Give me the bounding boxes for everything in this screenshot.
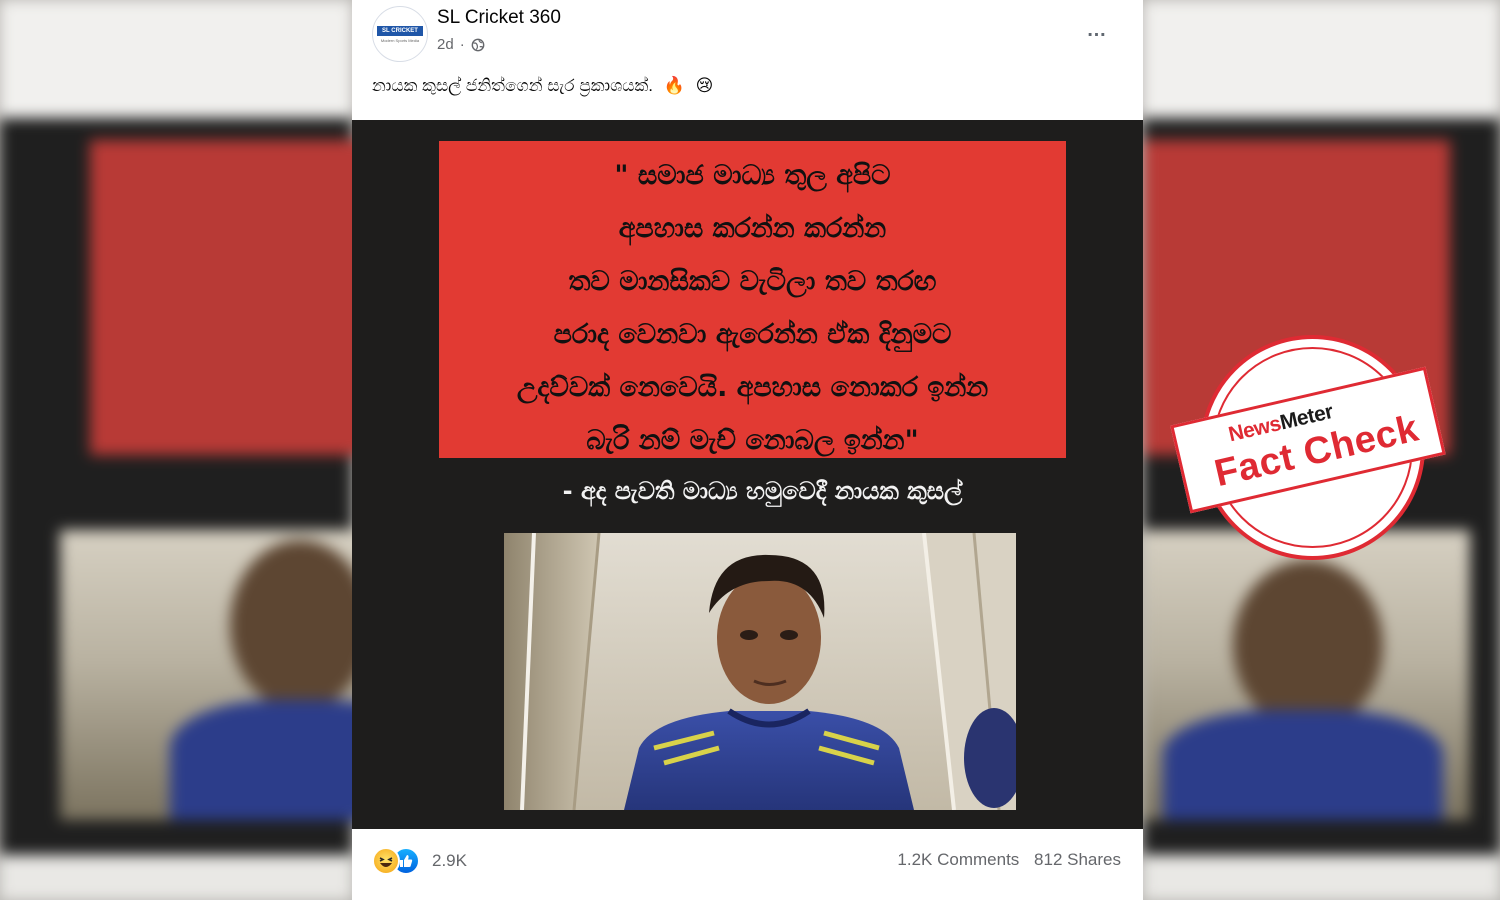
shares-count-link[interactable]: 812 Shares (1034, 850, 1121, 869)
post-footer: 2.9K 1.2K Comments 812 Shares (352, 829, 1143, 900)
post-caption: නායක කුසල් ජනිත්ගෙන් සැර ප්‍රකාශයක්. 🔥 😢 (372, 76, 713, 96)
quote-box: " සමාජ මාධ්‍ය තුල අපිට අපහාස කරන්න කරන්න… (439, 141, 1066, 458)
quote-line: බැරි නම් මැච් නොබල ඉන්න" (586, 425, 919, 456)
reactions-summary[interactable]: 2.9K (372, 847, 467, 875)
more-options-button[interactable]: … (1082, 18, 1112, 42)
quote-line: අපහාස කරන්න කරන්න (618, 213, 887, 244)
engagement-stats: 1.2K Comments 812 Shares (897, 850, 1121, 870)
globe-icon (471, 38, 485, 51)
quote-line: පරාද වෙනවා ඇරෙන්න ඒක දිනුමට (553, 319, 952, 350)
reaction-count: 2.9K (432, 851, 467, 870)
avatar-logo-text: SL CRICKET 360 (377, 25, 423, 44)
post-image[interactable]: " සමාජ මාධ්‍ය තුල අපිට අපහාස කරන්න කරන්න… (352, 120, 1143, 829)
caption-text: නායක කුසල් ජනිත්ගෙන් සැර ප්‍රකාශයක්. (372, 76, 654, 95)
blurred-backdrop-left (0, 0, 352, 900)
player-photo (504, 533, 1016, 810)
avatar-logo-subtext: Modern Sports Media (380, 37, 420, 43)
comments-count-link[interactable]: 1.2K Comments (897, 850, 1019, 869)
page-name-link[interactable]: SL Cricket 360 (437, 7, 561, 29)
player-photo-illustration (504, 533, 1016, 810)
quote-line: " සමාජ මාධ්‍ය තුල අපිට (614, 160, 891, 191)
fire-emoji-icon: 🔥 (663, 76, 685, 95)
quote-line: තව මානසිකව වැටිලා තව තරඟ (568, 266, 937, 297)
quote-line: උදව්වක් නෙවෙයි. අපහාස නොකර ඉන්න (516, 372, 989, 403)
post-header: SL CRICKET 360 Modern Sports Media SL Cr… (352, 0, 1143, 118)
crying-emoji-icon: 😢 (695, 76, 714, 95)
post-timestamp[interactable]: 2d · (437, 36, 485, 53)
quote-attribution: - අද පැවති මාධ්‍ය හමුවෙදී නායක කුසල් (562, 477, 963, 505)
middle-dot: · (459, 36, 465, 53)
page-avatar[interactable]: SL CRICKET 360 Modern Sports Media (372, 6, 428, 62)
post-time-label: 2d (437, 36, 454, 53)
haha-reaction-icon (372, 847, 400, 875)
facebook-post: SL CRICKET 360 Modern Sports Media SL Cr… (352, 0, 1143, 900)
